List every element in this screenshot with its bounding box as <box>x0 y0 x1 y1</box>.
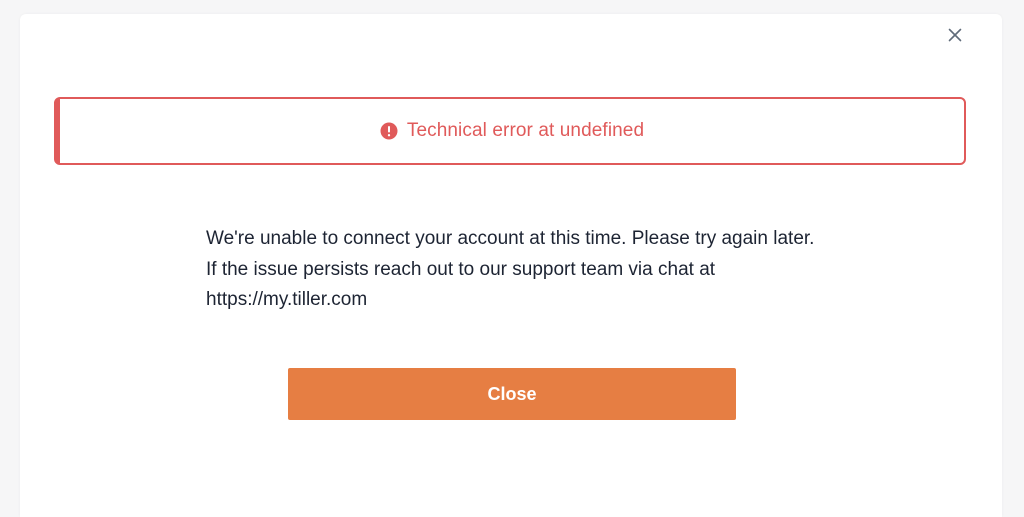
close-icon[interactable] <box>948 28 962 42</box>
error-banner: Technical error at undefined <box>54 97 966 165</box>
dialog-close-x[interactable] <box>946 26 964 44</box>
connection-error-dialog: Technical error at undefined We're unabl… <box>20 14 1002 517</box>
close-button[interactable]: Close <box>288 368 736 420</box>
error-message: We're unable to connect your account at … <box>206 228 815 310</box>
exclamation-circle-icon <box>380 122 398 140</box>
error-banner-text: Technical error at undefined <box>406 120 645 141</box>
